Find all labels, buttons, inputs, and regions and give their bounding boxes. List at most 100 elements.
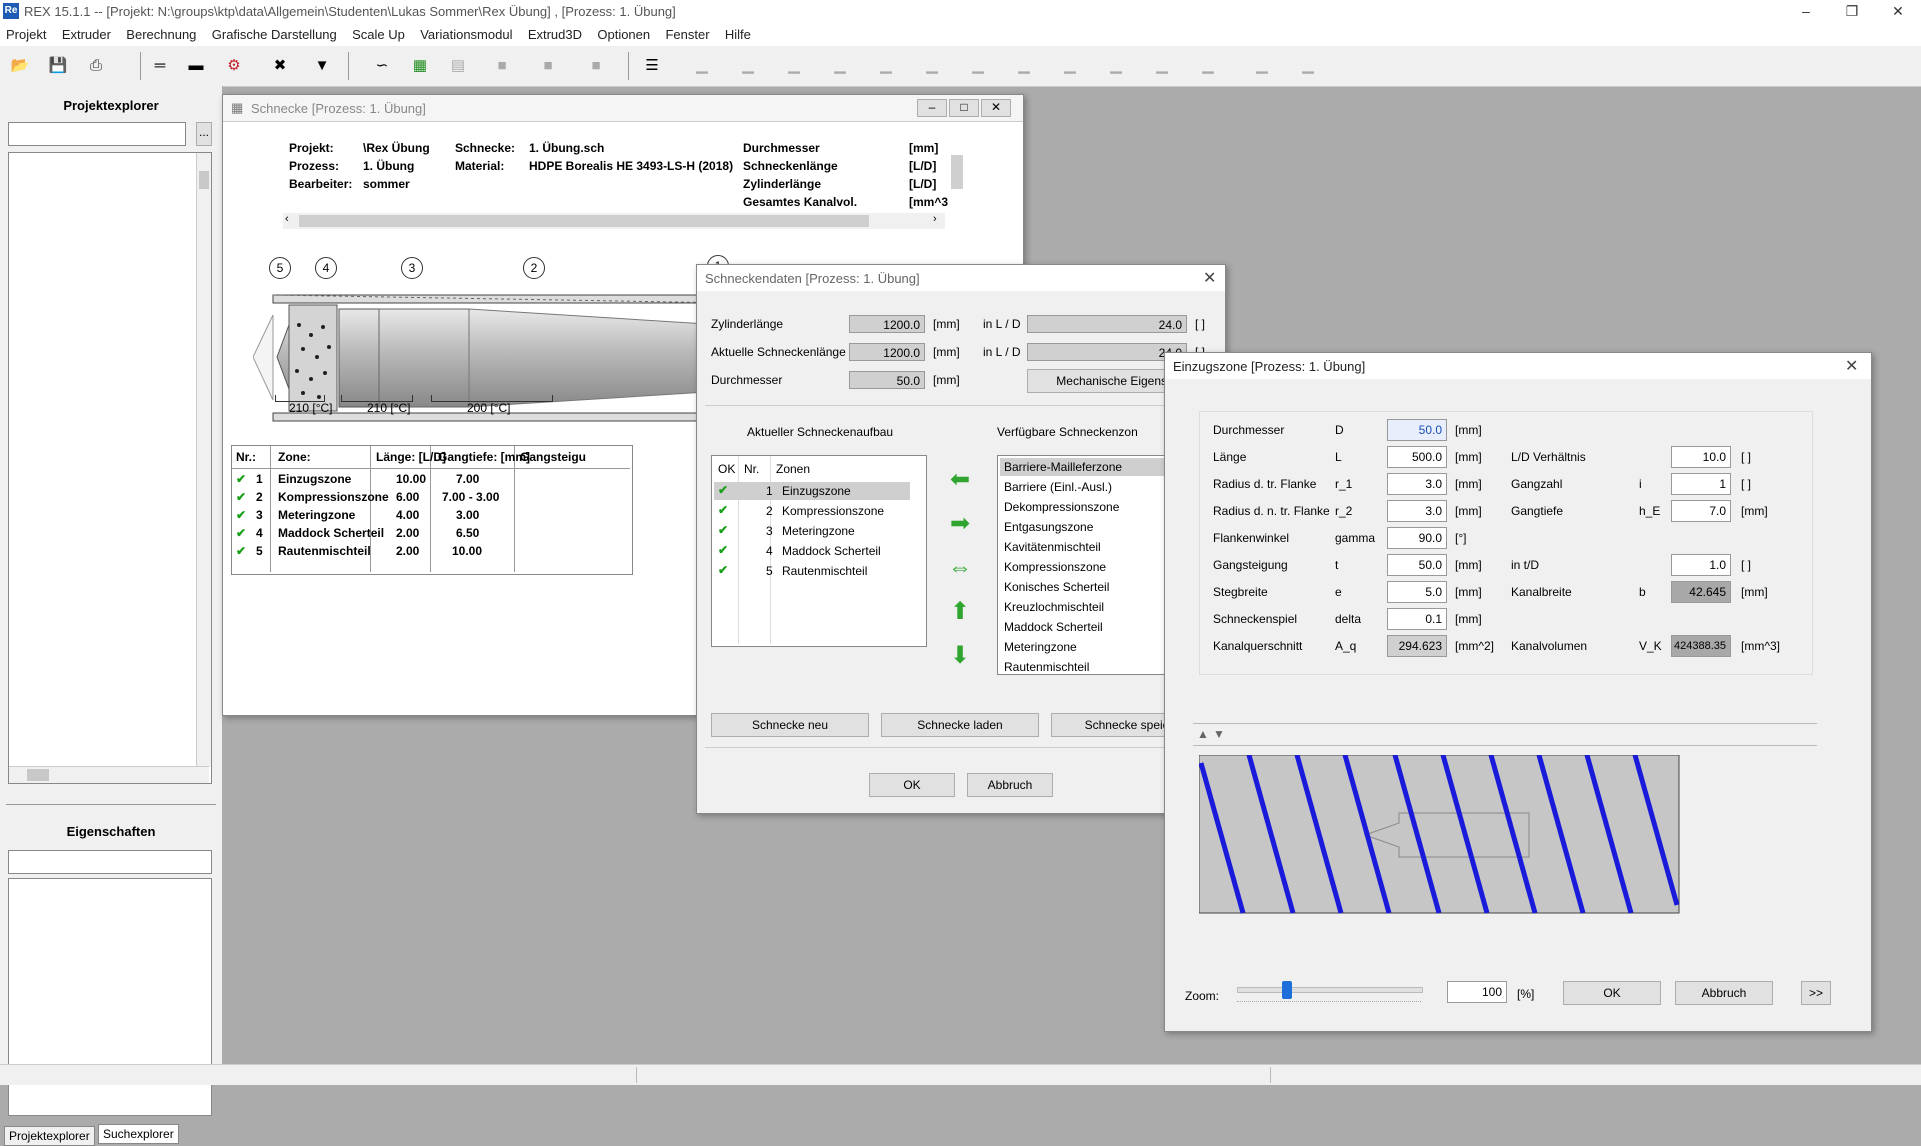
schneckenlaenge-field[interactable]: 1200.0 (849, 343, 925, 361)
menu-fenster[interactable]: Fenster (659, 24, 715, 45)
available-zone-item[interactable]: Dekompressionszone (1004, 500, 1119, 514)
flankenwinkel-field[interactable]: 90.0 (1387, 527, 1447, 549)
more-button[interactable]: >> (1801, 981, 1831, 1005)
menu-optionen[interactable]: Optionen (591, 24, 656, 45)
info-hscroll-thumb[interactable] (299, 215, 869, 227)
list-item[interactable]: ✔ 5 Rautenmischteil (714, 562, 910, 580)
curve-icon[interactable]: ∽ (370, 54, 394, 78)
current-zones-list[interactable]: OK Nr. Zonen ✔ 1 Einzugszone ✔ 2 Kompres… (711, 455, 927, 647)
arrow-down-icon[interactable]: ⬇ (945, 641, 975, 671)
menu-hilfe[interactable]: Hilfe (719, 24, 757, 45)
maximize-icon[interactable]: □ (949, 99, 979, 117)
save-icon[interactable]: 💾 (46, 54, 70, 78)
available-zone-item[interactable]: Maddock Scherteil (1004, 620, 1103, 634)
close-icon[interactable]: ✕ (1845, 356, 1858, 376)
available-zone-item[interactable]: Kreuzlochmischteil (1004, 600, 1104, 614)
available-zone-item[interactable]: Kavitätenmischteil (1004, 540, 1101, 554)
gangzahl-field[interactable]: 1 (1671, 473, 1731, 495)
zylinderlaenge-field[interactable]: 1200.0 (849, 315, 925, 333)
hscrollbar-thumb[interactable] (27, 769, 49, 781)
in-t-d-field[interactable]: 1.0 (1671, 554, 1731, 576)
zoom-slider[interactable] (1237, 981, 1423, 999)
gangsteigung-field[interactable]: 50.0 (1387, 554, 1447, 576)
table-row[interactable]: ✔ 4 Maddock Scherteil 2.00 6.50 (232, 526, 512, 544)
table-row[interactable]: ✔ 3 Meteringzone 4.00 3.00 (232, 508, 512, 526)
available-zone-item[interactable]: Barriere-Mailleferzone (1004, 460, 1122, 474)
minimize-icon[interactable]: – (1783, 0, 1829, 24)
screw-icon[interactable]: ▬ (184, 54, 208, 78)
restore-icon[interactable]: ❐ (1829, 0, 1875, 24)
collapse-down-icon[interactable]: ▼ (1213, 727, 1225, 741)
explorer-tree[interactable] (8, 152, 212, 784)
available-zone-item[interactable]: Meteringzone (1004, 640, 1077, 654)
material-icon[interactable]: ⚙ (222, 54, 246, 78)
explorer-browse-button[interactable]: ... (196, 122, 212, 146)
list-item[interactable]: ✔ 1 Einzugszone (714, 482, 910, 500)
vertical-scrollbar[interactable] (196, 153, 211, 767)
list-item[interactable]: ✔ 3 Meteringzone (714, 522, 910, 540)
table-row[interactable]: ✔ 2 Kompressionszone 6.00 7.00 - 3.00 (232, 490, 512, 508)
list-item[interactable]: ✔ 2 Kompressionszone (714, 502, 910, 520)
scrollbar-thumb[interactable] (199, 171, 209, 189)
laenge-field[interactable]: 500.0 (1387, 446, 1447, 468)
tab-projektexplorer[interactable]: Projektexplorer (4, 1126, 95, 1146)
menu-berechnung[interactable]: Berechnung (120, 24, 202, 45)
info-hscrollbar[interactable]: ‹ › (283, 213, 945, 229)
extruder-icon[interactable]: ═ (148, 54, 172, 78)
swap-icon[interactable]: ⇔ (945, 553, 975, 583)
zoom-input[interactable]: 100 (1447, 981, 1507, 1003)
info-scroll-thumb[interactable] (951, 155, 963, 189)
ok-button[interactable]: OK (1563, 981, 1661, 1005)
minimize-icon[interactable]: – (917, 99, 947, 117)
properties-selector[interactable] (8, 850, 212, 874)
available-zone-item[interactable]: Rautenmischteil (1004, 660, 1089, 674)
close-icon[interactable]: ✕ (981, 99, 1011, 117)
menu-scale-up[interactable]: Scale Up (346, 24, 411, 45)
print-icon[interactable]: ⎙ (84, 54, 108, 78)
durchmesser-field[interactable]: 50.0 (849, 371, 925, 389)
menu-grafische-darstellung[interactable]: Grafische Darstellung (206, 24, 343, 45)
menu-variationsmodul[interactable]: Variationsmodul (414, 24, 518, 45)
schneckenspiel-field[interactable]: 0.1 (1387, 608, 1447, 630)
schnecke-neu-button[interactable]: Schnecke neu (711, 713, 869, 737)
ld-verhaeltnis-field[interactable]: 10.0 (1671, 446, 1731, 468)
zylinderlaenge-ld-field[interactable]: 24.0 (1027, 315, 1187, 333)
list-icon[interactable]: ☰ (640, 54, 664, 78)
collapse-up-icon[interactable]: ▲ (1197, 727, 1209, 741)
menu-extrud3d[interactable]: Extrud3D (522, 24, 588, 45)
tools-icon[interactable]: ✖ (268, 54, 292, 78)
available-zone-item[interactable]: Kompressionszone (1004, 560, 1106, 574)
arrow-right-icon[interactable]: ➡ (945, 509, 975, 539)
list-item[interactable]: ✔ 4 Maddock Scherteil (714, 542, 910, 560)
available-zone-item[interactable]: Entgasungszone (1004, 520, 1093, 534)
table-row[interactable]: ✔ 1 Einzugszone 10.00 7.00 (232, 472, 512, 490)
close-icon[interactable]: ✕ (1203, 268, 1216, 288)
gangtiefe-field[interactable]: 7.0 (1671, 500, 1731, 522)
menu-projekt[interactable]: Projekt (0, 24, 52, 45)
durchmesser-field[interactable]: 50.0 (1387, 419, 1447, 441)
zoom-slider-thumb[interactable] (1282, 981, 1292, 999)
arrow-up-icon[interactable]: ⬆ (945, 597, 975, 627)
stegbreite-field[interactable]: 5.0 (1387, 581, 1447, 603)
radius-ntr-field[interactable]: 3.0 (1387, 500, 1447, 522)
schnecke-laden-button[interactable]: Schnecke laden (881, 713, 1039, 737)
radius-tr-field[interactable]: 3.0 (1387, 473, 1447, 495)
funnel-icon[interactable]: ▼ (310, 54, 334, 78)
close-icon[interactable]: ✕ (1875, 0, 1921, 24)
horizontal-scrollbar[interactable] (9, 766, 209, 783)
tab-suchexplorer[interactable]: Suchexplorer (98, 1124, 179, 1144)
abbruch-button[interactable]: Abbruch (967, 773, 1053, 797)
open-folder-icon[interactable]: 📂 (8, 54, 32, 78)
abbruch-button[interactable]: Abbruch (1675, 981, 1773, 1005)
grid-icon[interactable]: ▦ (408, 54, 432, 78)
explorer-search-input[interactable] (8, 122, 186, 146)
scroll-right-icon[interactable]: › (933, 213, 937, 225)
scroll-left-icon[interactable]: ‹ (285, 213, 289, 225)
arrow-left-icon[interactable]: ⬅ (945, 465, 975, 495)
ok-button[interactable]: OK (869, 773, 955, 797)
schneckenlaenge-ld-field[interactable]: 24.0 (1027, 343, 1187, 361)
available-zone-item[interactable]: Konisches Scherteil (1004, 580, 1109, 594)
table-row[interactable]: ✔ 5 Rautenmischteil 2.00 10.00 (232, 544, 512, 562)
menu-extruder[interactable]: Extruder (56, 24, 117, 45)
available-zone-item[interactable]: Barriere (Einl.-Ausl.) (1004, 480, 1112, 494)
